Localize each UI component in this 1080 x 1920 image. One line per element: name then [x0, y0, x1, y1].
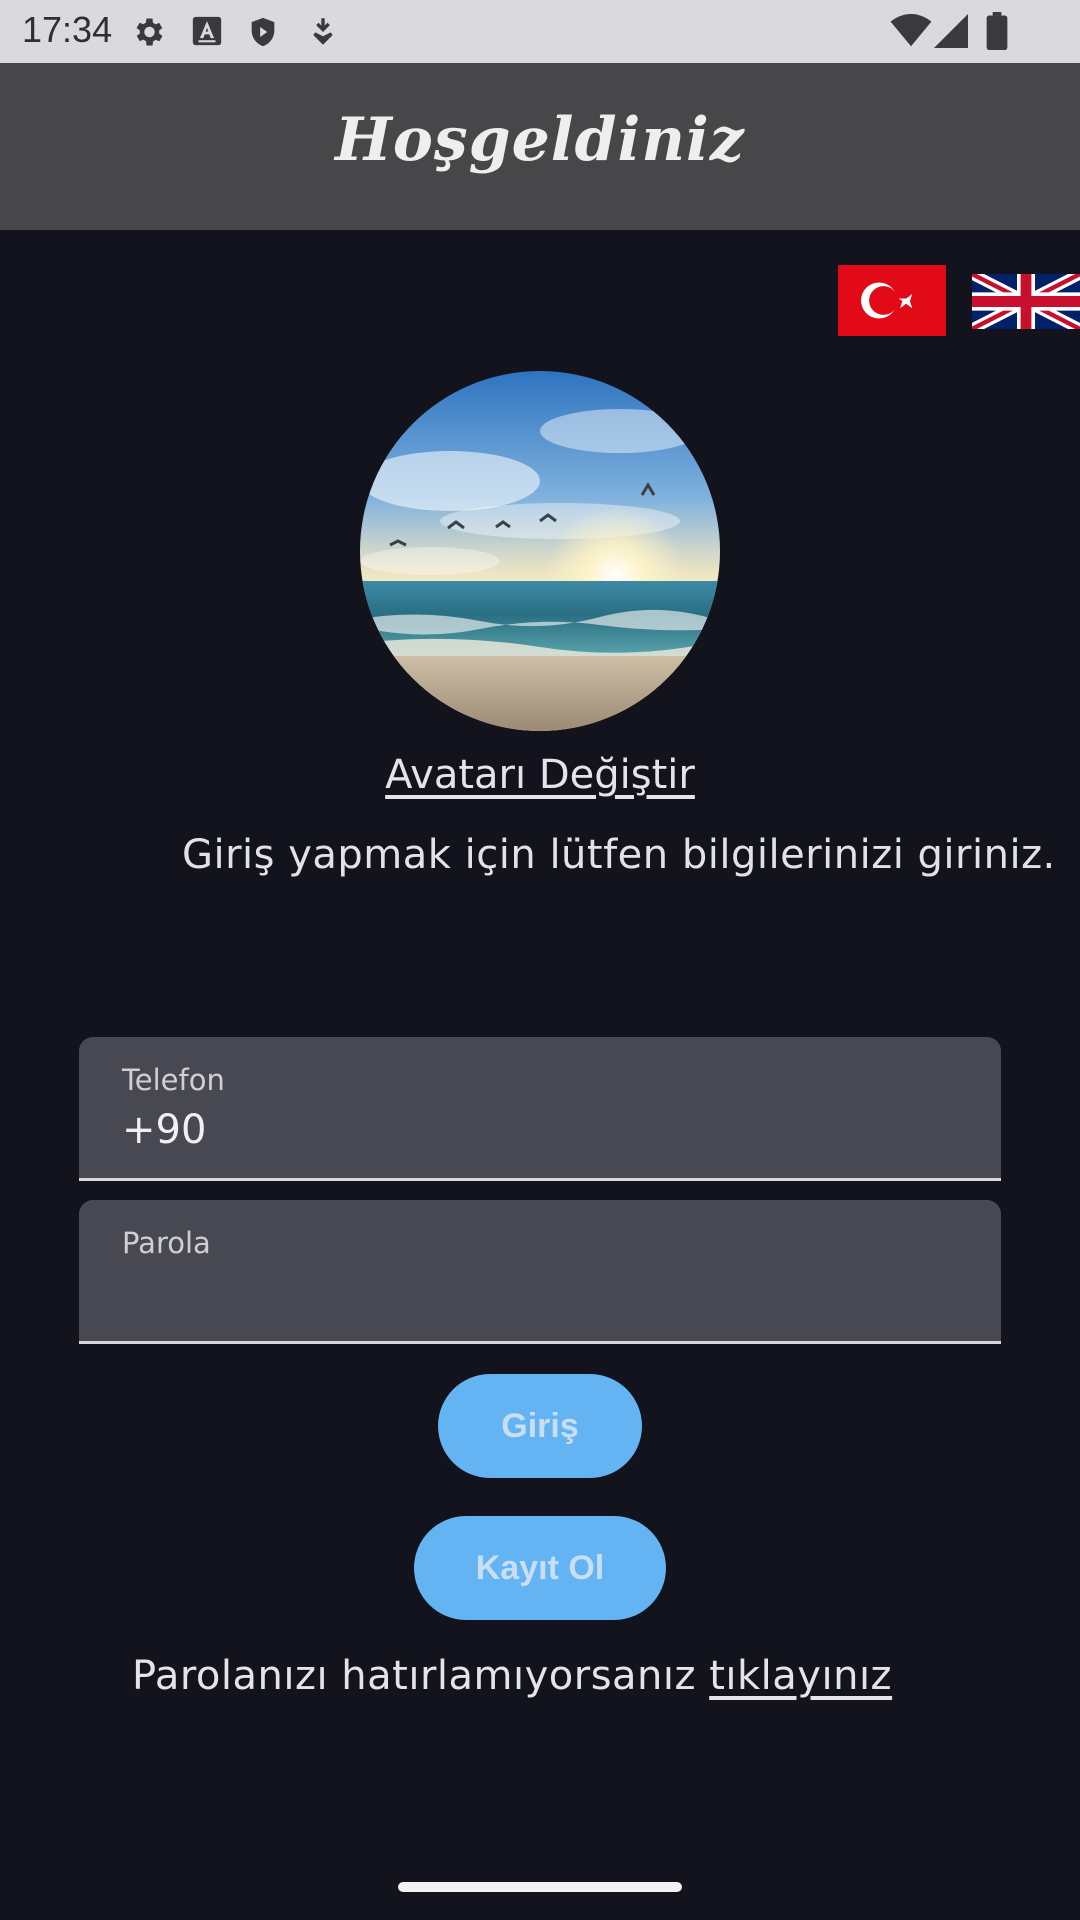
- status-time: 17:34: [22, 9, 113, 50]
- login-instruction: Giriş yapmak için lütfen bilgilerinizi g…: [182, 832, 1056, 878]
- download-icon: [306, 14, 340, 48]
- password-field[interactable]: Parola: [79, 1200, 1001, 1344]
- shield-icon: [246, 14, 280, 50]
- font-icon: [190, 14, 224, 48]
- turkish-flag-icon[interactable]: [838, 265, 946, 336]
- phone-field[interactable]: Telefon +90: [79, 1037, 1001, 1181]
- status-bar: 17:34: [0, 0, 1080, 63]
- battery-icon: [986, 12, 1008, 50]
- phone-value[interactable]: +90: [122, 1107, 206, 1153]
- home-indicator[interactable]: [398, 1882, 682, 1892]
- app-bar: Hoşgeldiniz: [0, 63, 1080, 230]
- wifi-icon: [890, 14, 932, 48]
- settings-icon: [130, 14, 166, 50]
- uk-flag-icon[interactable]: [972, 274, 1080, 329]
- password-label: Parola: [122, 1226, 211, 1260]
- avatar[interactable]: [360, 371, 720, 731]
- phone-label: Telefon: [122, 1063, 225, 1097]
- forgot-password-text: Parolanızı hatırlamıyorsanız: [132, 1653, 696, 1699]
- app-title: Hoşgeldiniz: [335, 105, 745, 175]
- change-avatar-link[interactable]: Avatarı Değiştir: [0, 752, 1080, 798]
- forgot-password: Parolanızı hatırlamıyorsanız tıklayınız: [132, 1653, 892, 1699]
- forgot-password-link[interactable]: tıklayınız: [709, 1653, 892, 1699]
- register-button[interactable]: Kayıt Ol: [414, 1516, 666, 1620]
- login-button[interactable]: Giriş: [438, 1374, 642, 1478]
- password-input[interactable]: [122, 1274, 946, 1326]
- signal-icon: [934, 14, 968, 48]
